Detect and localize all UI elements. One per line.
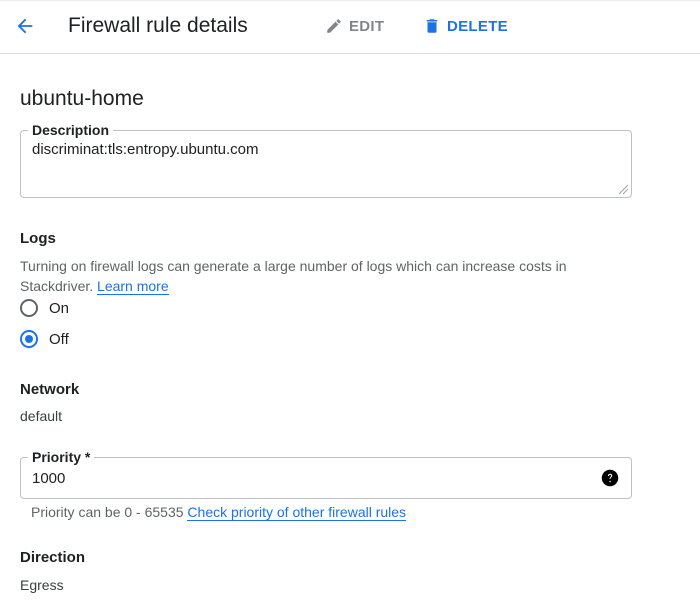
priority-hint: Priority can be 0 - 65535 Check priority…	[31, 504, 407, 521]
delete-button[interactable]: DELETE	[423, 14, 508, 38]
radio-on-label: On	[49, 299, 70, 317]
network-heading: Network	[20, 381, 80, 398]
priority-hint-text: Priority can be 0 - 65535	[31, 504, 184, 520]
rule-name: ubuntu-home	[20, 87, 144, 110]
app-header: Firewall rule details EDIT DELETE	[0, 0, 700, 54]
logs-off-option[interactable]: Off	[20, 328, 69, 350]
radio-off-label: Off	[49, 330, 69, 348]
page-title: Firewall rule details	[68, 14, 248, 37]
help-icon[interactable]	[601, 469, 619, 487]
radio-on[interactable]	[20, 299, 38, 317]
priority-field[interactable]: Priority * 1000	[20, 449, 632, 499]
trash-icon	[426, 19, 438, 33]
network-value: default	[20, 408, 63, 424]
resize-grip-icon[interactable]	[617, 183, 629, 195]
priority-label: Priority *	[28, 449, 95, 465]
header-shadow	[0, 0, 700, 2]
learn-more-link[interactable]: Learn more	[97, 278, 169, 295]
edit-button[interactable]: EDIT	[325, 14, 384, 38]
arrow-back-icon	[17, 18, 33, 34]
description-value: discriminat:tls:entropy.ubuntu.com	[32, 141, 259, 158]
logs-description: Turning on firewall logs can generate a …	[20, 256, 620, 296]
priority-value: 1000	[32, 470, 66, 487]
direction-heading: Direction	[20, 549, 86, 566]
logs-on-option[interactable]: On	[20, 297, 69, 319]
radio-off[interactable]	[20, 330, 38, 348]
check-priority-link[interactable]: Check priority of other firewall rules	[187, 504, 407, 521]
pencil-icon	[327, 19, 341, 33]
edit-button-label: EDIT	[349, 17, 385, 35]
description-field[interactable]: Description discriminat:tls:entropy.ubun…	[20, 122, 632, 198]
delete-button-label: DELETE	[447, 17, 508, 35]
logs-heading: Logs	[20, 230, 56, 247]
description-label: Description	[28, 122, 114, 138]
back-button[interactable]	[9, 10, 41, 42]
direction-value: Egress	[20, 577, 64, 593]
